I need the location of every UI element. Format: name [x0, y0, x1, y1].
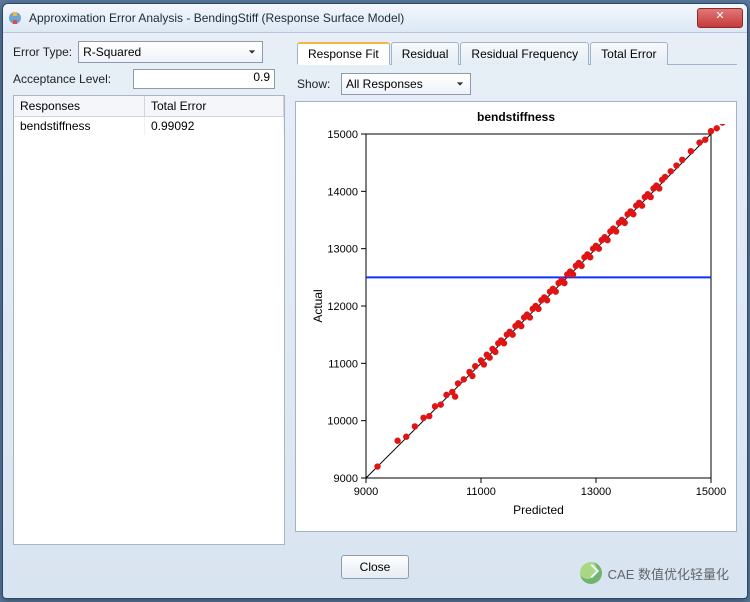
show-label: Show:: [297, 77, 341, 91]
tab-residual-frequency[interactable]: Residual Frequency: [460, 42, 589, 65]
th-responses: Responses: [14, 96, 145, 116]
svg-text:10000: 10000: [327, 416, 358, 428]
titlebar: Approximation Error Analysis - BendingSt…: [3, 4, 747, 33]
show-select[interactable]: All Responses: [341, 73, 471, 95]
cell-response-name: bendstiffness: [14, 117, 145, 135]
tab-total-error[interactable]: Total Error: [590, 42, 667, 65]
app-icon: [7, 10, 23, 26]
acceptance-level-input[interactable]: 0.9: [133, 69, 275, 89]
svg-text:9000: 9000: [354, 486, 378, 498]
svg-text:9000: 9000: [334, 473, 358, 485]
table-row[interactable]: bendstiffness 0.99092: [14, 117, 284, 135]
svg-text:14000: 14000: [327, 186, 358, 198]
svg-text:13000: 13000: [327, 244, 358, 256]
app-window: Approximation Error Analysis - BendingSt…: [2, 3, 748, 599]
error-type-label: Error Type:: [13, 45, 72, 59]
show-value: All Responses: [346, 77, 423, 91]
watermark-text: CAE 数值优化轻量化: [608, 564, 729, 583]
tab-bar: Response Fit Residual Residual Frequency…: [297, 41, 737, 65]
svg-text:15000: 15000: [696, 486, 726, 498]
svg-text:15000: 15000: [327, 129, 358, 141]
svg-text:11000: 11000: [466, 486, 496, 498]
cell-response-value: 0.99092: [145, 117, 284, 135]
plot-title: bendstiffness: [296, 102, 736, 124]
right-panel: Response Fit Residual Residual Frequency…: [295, 41, 737, 545]
tab-response-fit[interactable]: Response Fit: [297, 42, 390, 65]
svg-text:12000: 12000: [327, 301, 358, 313]
error-table: Responses Total Error bendstiffness 0.99…: [13, 95, 285, 545]
window-close-button[interactable]: ✕: [697, 8, 743, 28]
plot-container: bendstiffness 9000 11000 13000 15000 9000 100…: [295, 101, 737, 532]
close-button[interactable]: Close: [341, 555, 410, 579]
chevron-down-icon: [245, 45, 259, 59]
client-area: Error Type: R-Squared Acceptance Level: …: [3, 33, 747, 587]
left-panel: Error Type: R-Squared Acceptance Level: …: [13, 41, 285, 545]
acceptance-level-value: 0.9: [253, 70, 270, 84]
error-type-select[interactable]: R-Squared: [78, 41, 263, 63]
acceptance-level-label: Acceptance Level:: [13, 72, 133, 86]
svg-text:11000: 11000: [328, 358, 358, 370]
error-type-value: R-Squared: [83, 45, 141, 59]
tab-residual[interactable]: Residual: [391, 42, 460, 65]
window-title: Approximation Error Analysis - BendingSt…: [29, 11, 697, 25]
table-header: Responses Total Error: [14, 96, 284, 117]
th-total-error: Total Error: [145, 96, 284, 116]
watermark-icon: [580, 562, 602, 584]
svg-text:Actual: Actual: [311, 289, 325, 322]
chevron-down-icon: [453, 77, 467, 91]
watermark: CAE 数值优化轻量化: [580, 562, 729, 584]
svg-text:13000: 13000: [581, 486, 612, 498]
svg-text:Predicted: Predicted: [513, 503, 564, 517]
scatter-plot: 9000 11000 13000 15000 9000 10000 11000 12000 13…: [306, 124, 726, 524]
